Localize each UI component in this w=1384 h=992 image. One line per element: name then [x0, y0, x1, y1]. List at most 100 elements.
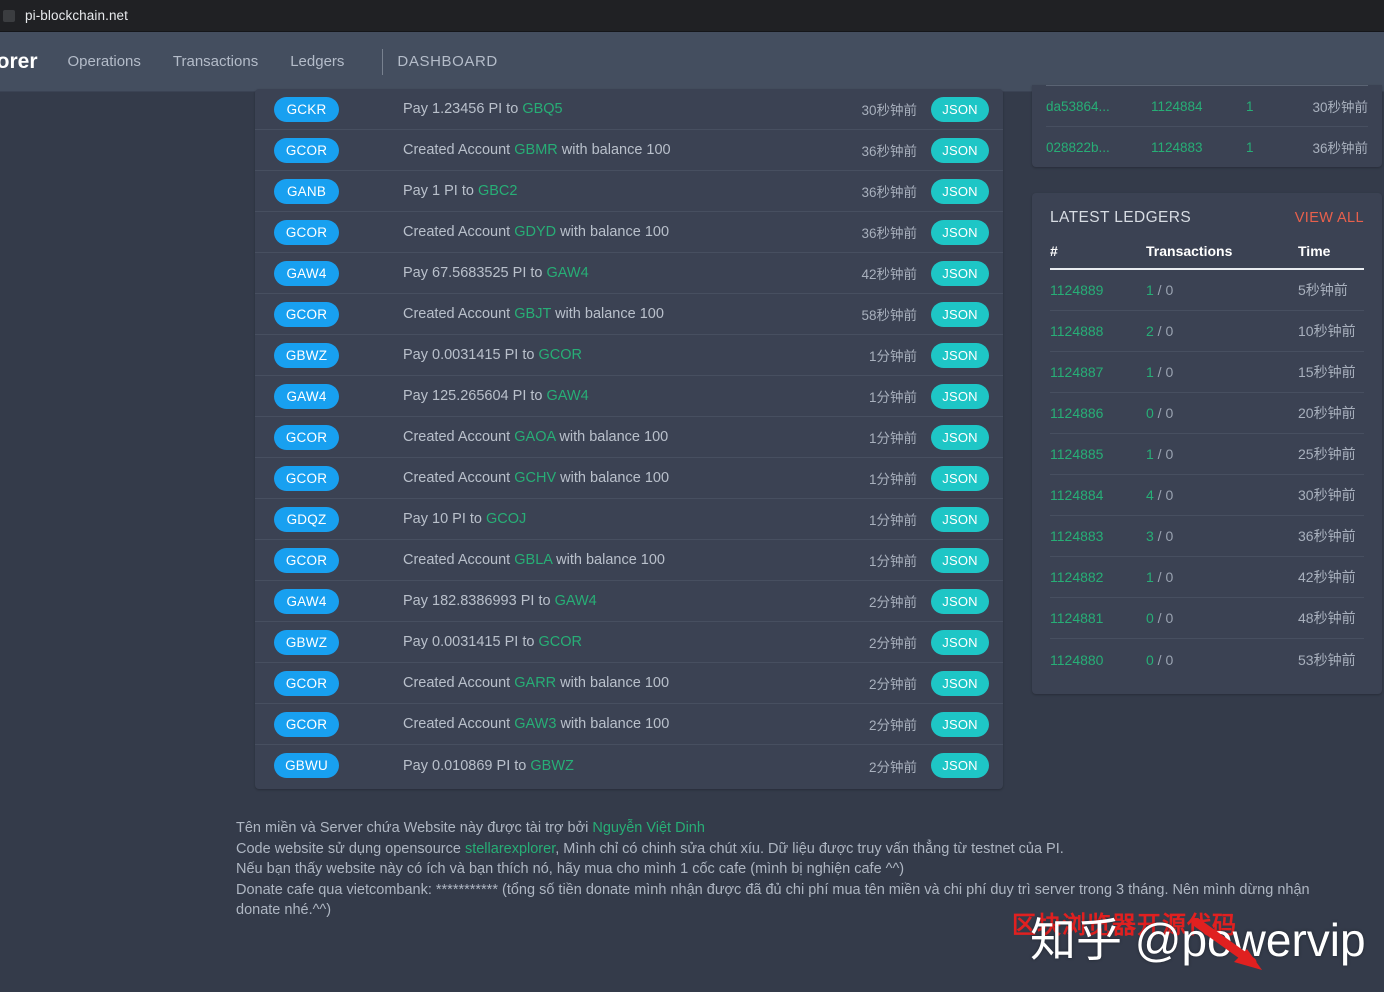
sidebar-column: da53864...1124884130秒钟前028822b...1124883… — [1032, 85, 1382, 694]
operation-timestamp: 1分钟前 — [811, 345, 931, 365]
column-header-number: # — [1050, 243, 1146, 259]
json-button[interactable]: JSON — [931, 97, 989, 122]
operation-row: GCOR Created Account GBJT with balance 10… — [255, 294, 1003, 335]
target-account-link[interactable]: GBQ5 — [522, 101, 562, 117]
ledger-row: 11248891 / 05秒钟前 — [1050, 270, 1364, 311]
source-account-badge[interactable]: GAW4 — [274, 384, 339, 409]
ledger-sequence-link[interactable]: 1124888 — [1050, 323, 1146, 339]
source-account-badge[interactable]: GCOR — [274, 302, 339, 327]
view-all-link[interactable]: VIEW ALL — [1295, 210, 1364, 226]
target-account-link[interactable]: GDYD — [514, 224, 556, 240]
source-account-badge[interactable]: GCOR — [274, 425, 339, 450]
ledger-sequence-link[interactable]: 1124882 — [1050, 569, 1146, 585]
source-account-badge[interactable]: GBWU — [274, 753, 339, 778]
json-button[interactable]: JSON — [931, 384, 989, 409]
ledger-sequence-link[interactable]: 1124883 — [1050, 528, 1146, 544]
ledger-sequence-link[interactable]: 1124880 — [1050, 652, 1146, 668]
nav-link-transactions[interactable]: Transactions — [157, 53, 274, 70]
target-account-link[interactable]: GCHV — [514, 470, 556, 486]
json-button[interactable]: JSON — [931, 220, 989, 245]
json-button[interactable]: JSON — [931, 630, 989, 655]
source-account-badge[interactable]: GBWZ — [274, 343, 339, 368]
operation-timestamp: 2分钟前 — [811, 714, 931, 734]
json-button[interactable]: JSON — [931, 671, 989, 696]
nav-link-operations[interactable]: Operations — [52, 53, 157, 70]
source-account-badge[interactable]: GCOR — [274, 671, 339, 696]
stellarexplorer-link[interactable]: stellarexplorer — [465, 841, 555, 857]
operation-timestamp: 1分钟前 — [811, 550, 931, 570]
ledger-sequence-link[interactable]: 1124885 — [1050, 446, 1146, 462]
operation-description: Created Account GBJT with balance 100 — [403, 306, 811, 322]
json-button[interactable]: JSON — [931, 548, 989, 573]
operation-description: Created Account GCHV with balance 100 — [403, 470, 811, 486]
ledger-sequence-link[interactable]: 1124884 — [1050, 487, 1146, 503]
operation-row: GANBPay 1 PI to GBC236秒钟前JSON — [255, 171, 1003, 212]
operation-row: GCORCreated Account GAOA with balance 10… — [255, 417, 1003, 458]
source-account-badge[interactable]: GBWZ — [274, 630, 339, 655]
source-account-badge[interactable]: GCOR — [274, 548, 339, 573]
target-account-link[interactable]: GBJT — [514, 306, 551, 322]
target-account-link[interactable]: GCOR — [538, 347, 582, 363]
target-account-link[interactable]: GAW4 — [547, 265, 589, 281]
operation-row: GAW4Pay 182.8386993 PI to GAW42分钟前JSON — [255, 581, 1003, 622]
ledgers-table-header: # Transactions Time — [1050, 243, 1364, 270]
transaction-hash-link[interactable]: da53864... — [1046, 99, 1151, 114]
sponsor-link[interactable]: Nguyễn Việt Dinh — [592, 820, 705, 836]
transaction-ledger-link[interactable]: 1124883 — [1151, 140, 1246, 155]
target-account-link[interactable]: GARR — [514, 675, 556, 691]
target-account-link[interactable]: GCOR — [538, 634, 582, 650]
source-account-badge[interactable]: GCKR — [274, 97, 339, 122]
json-button[interactable]: JSON — [931, 589, 989, 614]
source-account-badge[interactable]: GCOR — [274, 138, 339, 163]
target-account-link[interactable]: GBC2 — [478, 183, 518, 199]
source-account-badge[interactable]: GCOR — [274, 712, 339, 737]
brand-logo[interactable]: plorer — [0, 50, 52, 74]
ledger-transaction-counts: 0 / 0 — [1146, 652, 1298, 668]
json-button[interactable]: JSON — [931, 343, 989, 368]
ledger-sequence-link[interactable]: 1124889 — [1050, 282, 1146, 298]
source-account-badge[interactable]: GAW4 — [274, 589, 339, 614]
ledger-sequence-link[interactable]: 1124887 — [1050, 364, 1146, 380]
footer-line-2-suffix: , Mình chỉ có chinh sửa chút xíu. Dữ liệ… — [555, 841, 1064, 857]
nav-link-ledgers[interactable]: Ledgers — [274, 53, 360, 70]
ledger-row: 11248821 / 042秒钟前 — [1050, 557, 1364, 598]
source-account-badge[interactable]: GCOR — [274, 220, 339, 245]
source-account-badge[interactable]: GAW4 — [274, 261, 339, 286]
json-button[interactable]: JSON — [931, 425, 989, 450]
nav-link-dashboard[interactable]: DASHBOARD — [397, 53, 497, 70]
json-button[interactable]: JSON — [931, 712, 989, 737]
operation-description: Pay 1.23456 PI to GBQ5 — [403, 101, 811, 117]
operation-description: Pay 0.0031415 PI to GCOR — [403, 634, 811, 650]
json-button[interactable]: JSON — [931, 753, 989, 778]
json-button[interactable]: JSON — [931, 138, 989, 163]
ledger-timestamp: 42秒钟前 — [1298, 567, 1364, 587]
json-button[interactable]: JSON — [931, 466, 989, 491]
target-account-link[interactable]: GAW4 — [547, 388, 589, 404]
target-account-link[interactable]: GAW4 — [555, 593, 597, 609]
source-account-badge[interactable]: GDQZ — [274, 507, 339, 532]
site-favicon-icon — [3, 10, 15, 22]
source-account-badge[interactable]: GANB — [274, 179, 339, 204]
operation-timestamp: 36秒钟前 — [811, 181, 931, 201]
ledger-transaction-counts: 1 / 0 — [1146, 282, 1298, 298]
transaction-ledger-link[interactable]: 1124884 — [1151, 99, 1246, 114]
target-account-link[interactable]: GBLA — [514, 552, 552, 568]
target-account-link[interactable]: GBWZ — [530, 758, 574, 774]
target-account-link[interactable]: GAOA — [514, 429, 555, 445]
json-button[interactable]: JSON — [931, 507, 989, 532]
target-account-link[interactable]: GBMR — [514, 142, 558, 158]
operation-description: Created Account GAW3 with balance 100 — [403, 716, 811, 732]
ledger-sequence-link[interactable]: 1124881 — [1050, 610, 1146, 626]
json-button[interactable]: JSON — [931, 261, 989, 286]
nav-divider — [382, 49, 383, 75]
operations-list-card: GCKRPay 1.23456 PI to GBQ530秒钟前JSONGCORC… — [255, 89, 1003, 789]
browser-tab-title[interactable]: pi-blockchain.net — [25, 8, 128, 23]
transaction-hash-link[interactable]: 028822b... — [1046, 140, 1151, 155]
target-account-link[interactable]: GCOJ — [486, 511, 526, 527]
source-account-badge[interactable]: GCOR — [274, 466, 339, 491]
ledger-sequence-link[interactable]: 1124886 — [1050, 405, 1146, 421]
json-button[interactable]: JSON — [931, 179, 989, 204]
operation-timestamp: 58秒钟前 — [811, 304, 931, 324]
target-account-link[interactable]: GAW3 — [514, 716, 556, 732]
json-button[interactable]: JSON — [931, 302, 989, 327]
